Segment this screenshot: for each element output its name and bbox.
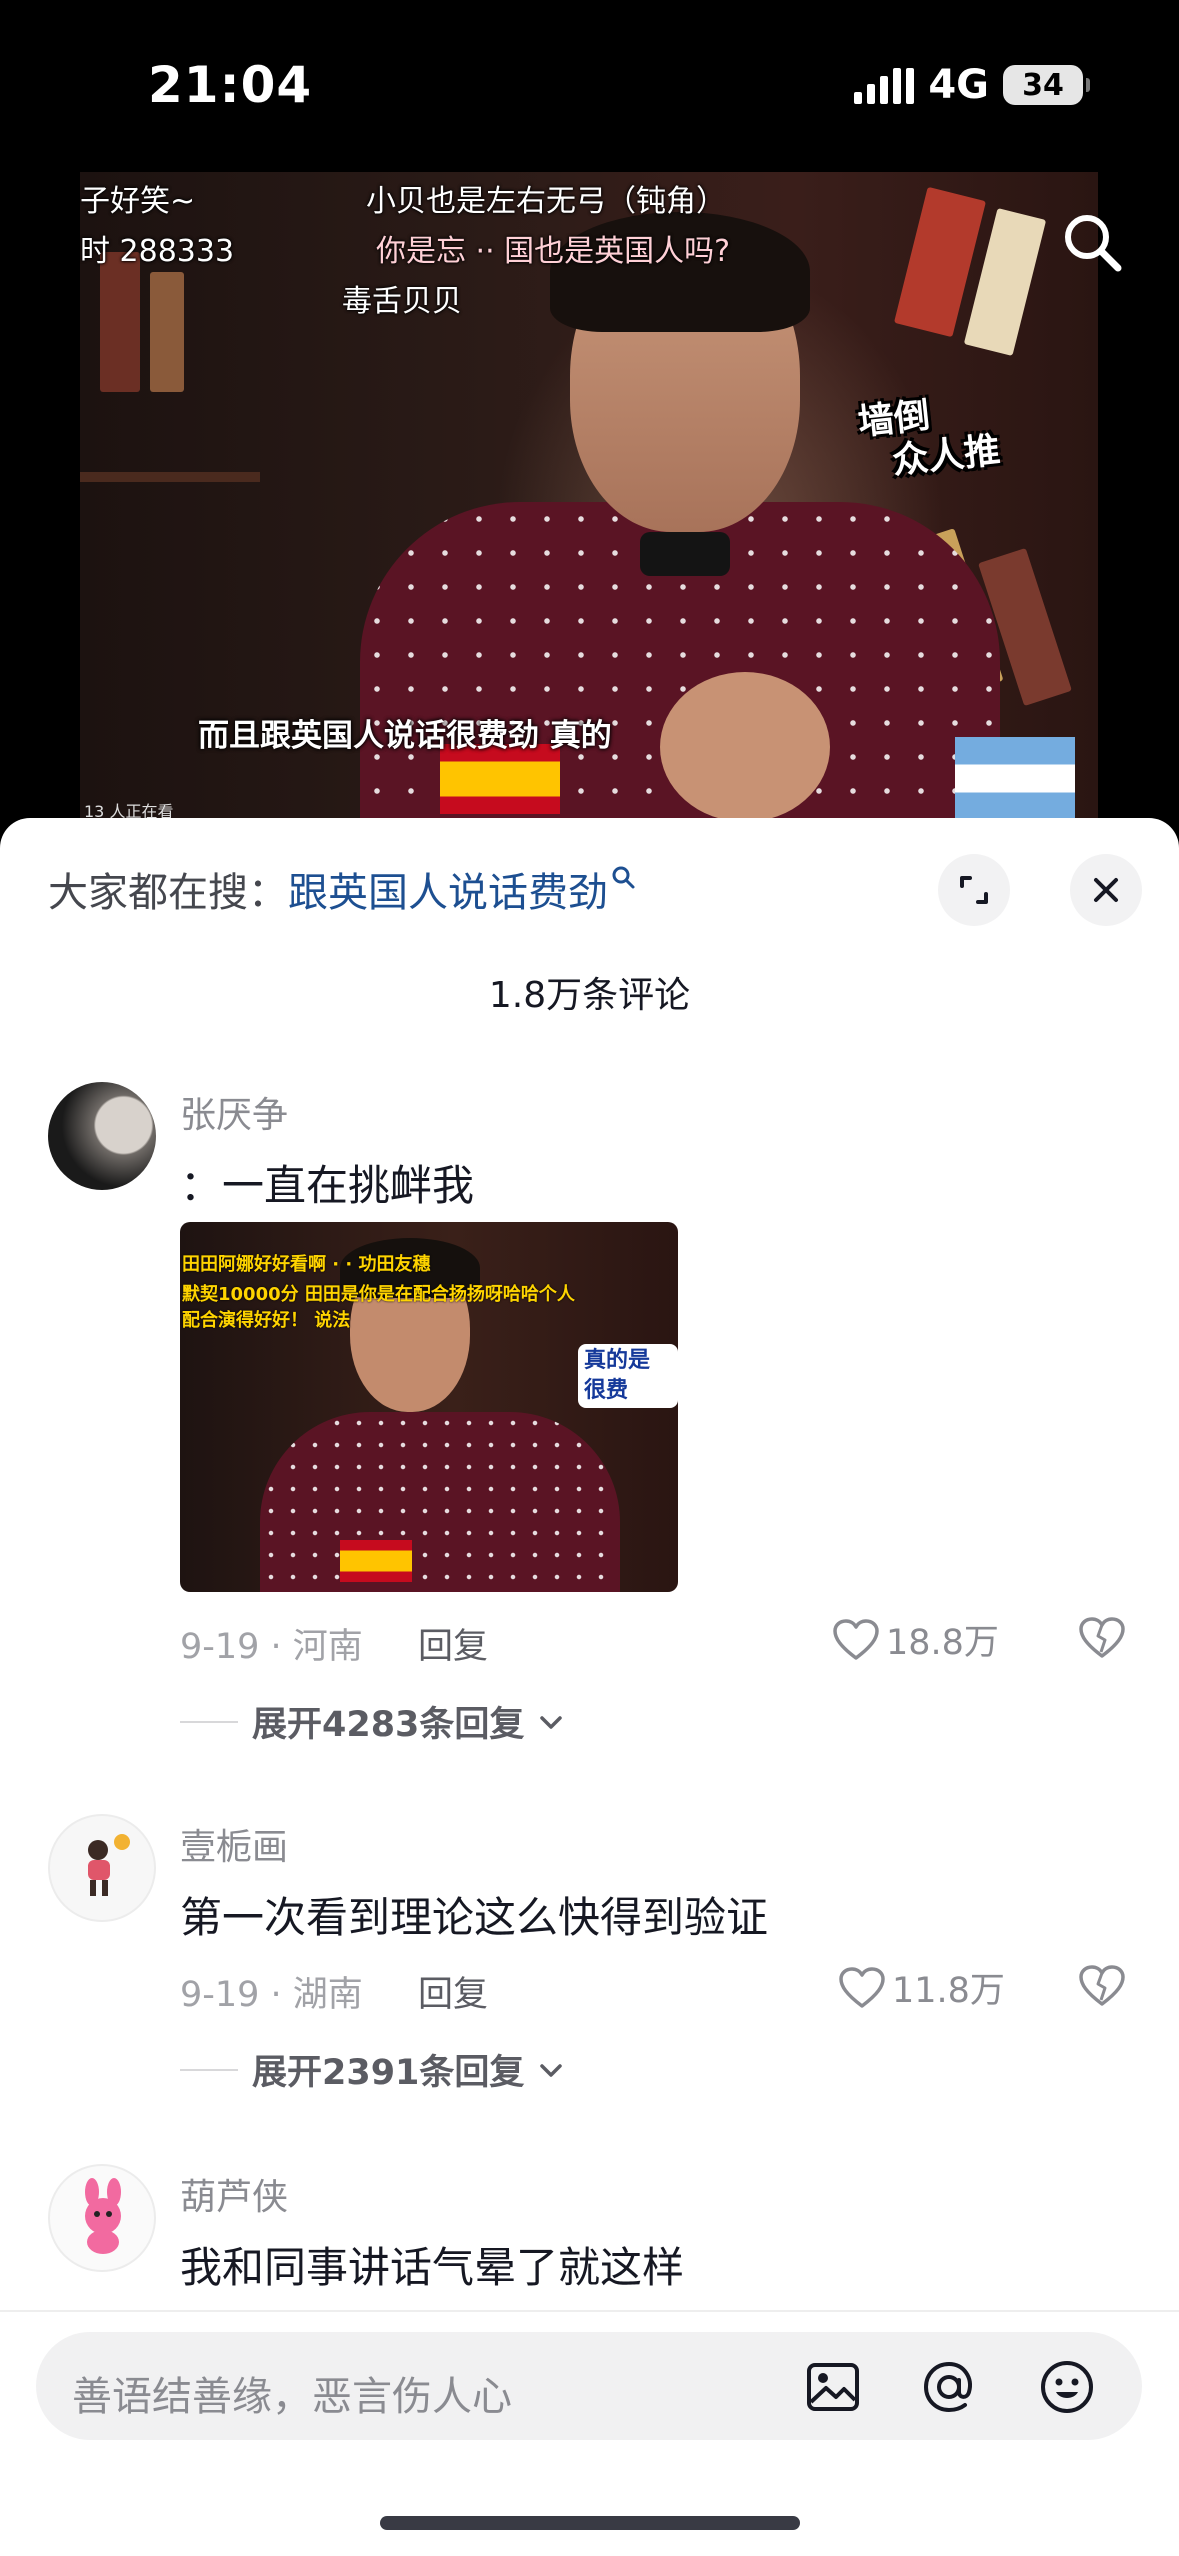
video-sticker: 墙倒 众人推 (856, 382, 1064, 486)
close-button[interactable] (1070, 854, 1142, 926)
image-speech-bubble: 真的是 很费 (578, 1344, 678, 1408)
image-caption: 配合演得好好！ 说法 (182, 1310, 351, 1331)
bookshelf (80, 472, 260, 482)
chevron-down-icon (540, 2063, 563, 2077)
battery-icon: 34 (1003, 65, 1090, 105)
comment-count: 1.8万条评论 (488, 975, 691, 1016)
cartoon-figure-icon (88, 1834, 130, 1896)
battery-level: 34 (1022, 67, 1064, 103)
signal-icon (854, 66, 915, 104)
heart-icon (839, 1966, 885, 2008)
search-icon (612, 866, 635, 889)
book (150, 272, 184, 392)
image-caption: 默契10000分 田田是你是在配合扬扬呀哈哈个人 (182, 1284, 575, 1305)
comment-text[interactable]: 第一次看到理论这么快得到验证 (180, 1884, 768, 1945)
comment-text[interactable]: 我和同事讲话气晕了就这样 (180, 2234, 684, 2295)
comment-image[interactable]: 田田阿娜好好看啊 · · 功田友穗 默契10000分 田田是你是在配合扬扬呀哈哈… (180, 1222, 678, 1592)
comment-username[interactable]: 张厌争 (180, 1086, 288, 1138)
expand-replies[interactable]: 展开4283条回复 (180, 1696, 564, 1747)
avatar[interactable] (48, 2164, 156, 2272)
status-time: 21:04 (148, 56, 313, 114)
danmaku: 你是忘 ·· 国也是英国人吗? (376, 234, 731, 269)
reply-button[interactable]: 回复 (418, 1966, 488, 2017)
danmaku: 时 288333 (80, 234, 235, 269)
comment-meta: 9-19 · 湖南 (180, 1975, 363, 2015)
like-count: 11.8万 (892, 1971, 1005, 2011)
at-icon[interactable] (920, 2358, 978, 2416)
like-button[interactable]: 18.8万 (832, 1614, 999, 1665)
chevron-down-icon (540, 1715, 563, 1729)
expand-replies[interactable]: 展开2391条回复 (180, 2044, 564, 2095)
book (100, 252, 140, 392)
comment-username[interactable]: 葫芦侠 (180, 2168, 288, 2220)
like-count: 18.8万 (886, 1623, 999, 1663)
comment-username[interactable]: 壹栀画 (180, 1818, 288, 1870)
status-bar: 21:04 4G 34 (0, 0, 1179, 170)
pink-bunny-icon (85, 2178, 121, 2254)
expand-button[interactable] (938, 854, 1010, 926)
comment-text[interactable]: ：一直在挑衅我 (180, 1152, 474, 1213)
expand-replies-label: 展开2391条回复 (252, 2053, 525, 2093)
divider (180, 2068, 238, 2071)
input-placeholder: 善语结善缘，恶言伤人心 (72, 2374, 512, 2420)
video-player[interactable]: 子好笑~ 小贝也是左右无弓（钝角） 时 288333 你是忘 ·· 国也是英国人… (80, 172, 1098, 832)
close-icon (1094, 878, 1118, 902)
comment-meta: 9-19 · 河南 (180, 1627, 363, 1667)
trending-prefix: 大家都在搜： (48, 870, 288, 916)
image-caption: 田田阿娜好好看啊 · · 功田友穗 (182, 1254, 431, 1275)
image-icon[interactable] (804, 2358, 862, 2416)
comments-sheet: 大家都在搜：跟英国人说话费劲 1.8万条评论 张厌争 ：一直在挑衅我 田田阿娜好… (0, 818, 1179, 2556)
reply-button[interactable]: 回复 (418, 1618, 488, 1669)
danmaku: 毒舌贝贝 (342, 284, 462, 319)
image-flag (340, 1540, 412, 1582)
network-label: 4G (928, 62, 989, 108)
comment-item: 张厌争 ：一直在挑衅我 田田阿娜好好看啊 · · 功田友穗 默契10000分 田… (0, 1082, 1179, 1602)
divider (180, 1720, 238, 1723)
home-indicator[interactable] (380, 2516, 800, 2530)
expand-icon (960, 876, 988, 904)
image-shirt (260, 1412, 620, 1592)
comment-item: 葫芦侠 我和同事讲话气晕了就这样 (0, 2164, 1179, 2324)
hand-on-chest (660, 672, 830, 822)
bowtie (640, 532, 730, 576)
comment-input-bar: 善语结善缘，恶言伤人心 (0, 2310, 1179, 2556)
avatar[interactable] (48, 1814, 156, 1922)
like-button[interactable]: 11.8万 (838, 1962, 1005, 2013)
broken-heart-icon[interactable] (1078, 1616, 1126, 1660)
avatar[interactable] (48, 1082, 156, 1190)
emoji-icon[interactable] (1038, 2358, 1096, 2416)
search-icon[interactable] (1060, 210, 1124, 274)
broken-heart-icon[interactable] (1078, 1964, 1126, 2008)
trending-search[interactable]: 大家都在搜：跟英国人说话费劲 (48, 860, 636, 918)
video-subtitle: 而且跟英国人说话很费劲 真的 (198, 718, 612, 754)
trending-term[interactable]: 跟英国人说话费劲 (288, 870, 608, 916)
heart-icon (833, 1618, 879, 1660)
comment-input[interactable]: 善语结善缘，恶言伤人心 (36, 2332, 1142, 2440)
danmaku: 子好笑~ (80, 184, 196, 219)
danmaku: 小贝也是左右无弓（钝角） (366, 184, 726, 219)
expand-replies-label: 展开4283条回复 (252, 1705, 525, 1745)
status-indicators: 4G 34 (854, 62, 1090, 108)
argentina-flag (955, 737, 1075, 821)
